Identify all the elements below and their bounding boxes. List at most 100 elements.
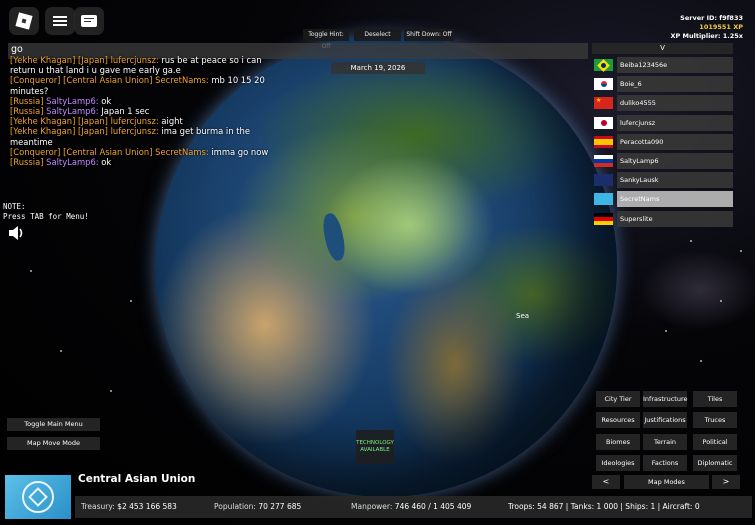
player-row[interactable]: Boie_6: [592, 76, 733, 93]
chat-message: [Russia] SaltyLamp6: Japan 1 sec: [10, 106, 285, 116]
country-stats-bar: Treasury: $2 453 166 583 Population: 70 …: [75, 496, 752, 518]
map-mode-resources-button[interactable]: Resources: [596, 412, 640, 429]
player-name: Peracotta090: [617, 133, 733, 150]
chat-icon: [81, 15, 97, 27]
map-mode-prev-button[interactable]: <: [592, 475, 620, 489]
chat-tags: [Russia]: [10, 95, 44, 106]
player-name: Superslite: [617, 210, 733, 227]
map-mode-diplomatic-button[interactable]: Diplomatic: [693, 454, 737, 471]
central-asian-union-flag-icon: [594, 193, 613, 206]
note-text: NOTE: Press TAB for Menu!: [3, 202, 89, 222]
map-mode-infrastructure-button[interactable]: Infrastructure: [643, 391, 687, 407]
map-mode-terrain-button[interactable]: Terrain: [643, 433, 687, 450]
population-value: 70 277 685: [258, 502, 302, 511]
russia-flag-icon: [594, 155, 613, 167]
germany-flag-icon: [594, 212, 613, 225]
chat-username: lufercjunsz:: [110, 116, 159, 127]
chat-tags: [Russia]: [10, 157, 44, 168]
chat-message: [Russia] SaltyLamp6: ok: [10, 96, 285, 106]
chat-tags: [Conqueror] [Central Asian Union]: [10, 146, 153, 157]
chat-tags: [Yekhe Khagan] [Japan]: [10, 55, 108, 65]
brazil-flag-icon: [594, 58, 613, 72]
player-row[interactable]: Beiba123456e: [592, 57, 733, 73]
chat-message: [Yekhe Khagan] [Japan] lufercjunsz: rus …: [10, 55, 285, 75]
chat-username: SecretNams:: [155, 146, 209, 157]
chat-input-text[interactable]: go: [11, 44, 23, 55]
game-date: March 19, 2026: [331, 62, 425, 74]
chat-text: ok: [98, 157, 112, 168]
treasury-stat: Treasury: $2 453 166 583: [81, 496, 177, 518]
population-label: Population:: [214, 502, 256, 511]
selected-country-highlight: [325, 155, 495, 295]
map-mode-tiles-button[interactable]: Tiles: [693, 391, 737, 407]
chat-username: SecretNams:: [155, 75, 209, 86]
chat-username: SaltyLamp6:: [46, 95, 99, 106]
map-mode-biomes-button[interactable]: Biomes: [596, 433, 640, 450]
chat-tags: [Russia]: [10, 106, 44, 117]
player-row[interactable]: ★ duliko4555: [592, 95, 733, 112]
chat-username: SaltyLamp6:: [46, 157, 99, 168]
nebula: [640, 250, 755, 330]
speaker-icon[interactable]: [8, 225, 24, 241]
server-id: Server ID: f9f833: [680, 14, 743, 22]
player-row[interactable]: SecretNams: [592, 191, 733, 208]
map-mode-city-tier-button[interactable]: City Tier: [596, 391, 640, 407]
sea-label: Sea: [516, 312, 530, 320]
map-mode-truces-button[interactable]: Truces: [693, 412, 737, 429]
player-row[interactable]: Superslite: [592, 210, 733, 227]
map-mode-political-button[interactable]: Political: [693, 433, 737, 450]
technology-available-notice[interactable]: TECHNOLOGY AVAILABLE: [356, 430, 394, 464]
player-name: SankyLausk: [617, 172, 733, 189]
server-info: Server ID: f9f833 1019551 XP XP Multipli…: [670, 14, 743, 41]
spain-flag-icon: [594, 135, 613, 148]
roblox-logo-icon: [15, 12, 33, 30]
deselect-button[interactable]: Deselect: [354, 29, 401, 41]
south-korea-flag-icon: [594, 78, 613, 91]
xp-multiplier: XP Multiplier: 1.25x: [670, 32, 743, 40]
toggle-main-menu-button[interactable]: Toggle Main Menu: [7, 418, 100, 431]
china-flag-icon: ★: [594, 97, 613, 110]
manpower-label: Manpower:: [351, 502, 393, 511]
map-mode-ideologies-button[interactable]: Ideologies: [596, 454, 640, 471]
player-name: lufercjunsz: [617, 114, 733, 131]
roblox-menu-button[interactable]: [9, 7, 39, 35]
player-name: SecretNams: [617, 191, 733, 208]
emblem-icon: [15, 474, 61, 520]
player-name: Beiba123456e: [617, 57, 733, 73]
chat-username: lufercjunsz:: [110, 55, 159, 65]
map-move-mode-button[interactable]: Map Move Mode: [7, 437, 100, 450]
map-mode-factions-button[interactable]: Factions: [643, 454, 687, 471]
map-mode-justifications-button[interactable]: Justifications: [643, 412, 687, 429]
country-name: Central Asian Union: [78, 473, 196, 485]
treasury-value: $2 453 166 583: [117, 502, 177, 511]
chat-tags: [Yekhe Khagan] [Japan]: [10, 126, 108, 137]
xp-amount: 1019551 XP: [699, 23, 743, 31]
chat-text: Japan 1 sec: [98, 106, 150, 117]
player-list-toggle[interactable]: V: [592, 43, 733, 54]
chat-message: [Conqueror] [Central Asian Union] Secret…: [10, 75, 285, 95]
note-body: Press TAB for Menu!: [3, 212, 89, 221]
player-row[interactable]: lufercjunsz: [592, 114, 733, 131]
emblem-blue-flag-icon: [594, 174, 613, 187]
hamburger-icon: [53, 16, 67, 26]
chat-username: lufercjunsz:: [110, 126, 159, 137]
player-row[interactable]: Peracotta090: [592, 133, 733, 150]
menu-button[interactable]: [45, 7, 75, 35]
chat-toggle-button[interactable]: [74, 7, 104, 35]
chat-tags: [Yekhe Khagan] [Japan]: [10, 116, 108, 127]
map-mode-next-button[interactable]: >: [712, 475, 740, 489]
manpower-value: 746 460 / 1 405 409: [394, 502, 472, 511]
shift-down-button[interactable]: Shift Down: Off: [404, 29, 454, 41]
note-title: NOTE:: [3, 202, 26, 211]
japan-flag-icon: [594, 116, 613, 129]
toggle-hint-button[interactable]: Toggle Hint: Off: [303, 29, 349, 50]
military-stat: Troops: 54 867 | Tanks: 1 000 | Ships: 1…: [508, 502, 700, 511]
player-row[interactable]: SaltyLamp6: [592, 153, 733, 169]
player-row[interactable]: SankyLausk: [592, 172, 733, 189]
country-flag[interactable]: [5, 474, 71, 520]
chat-message: [Yekhe Khagan] [Japan] lufercjunsz: ima …: [10, 126, 285, 146]
map-modes-button[interactable]: Map Modes: [624, 475, 709, 489]
treasury-label: Treasury:: [81, 502, 115, 511]
player-name: duliko4555: [617, 95, 733, 112]
player-name: Boie_6: [617, 76, 733, 93]
